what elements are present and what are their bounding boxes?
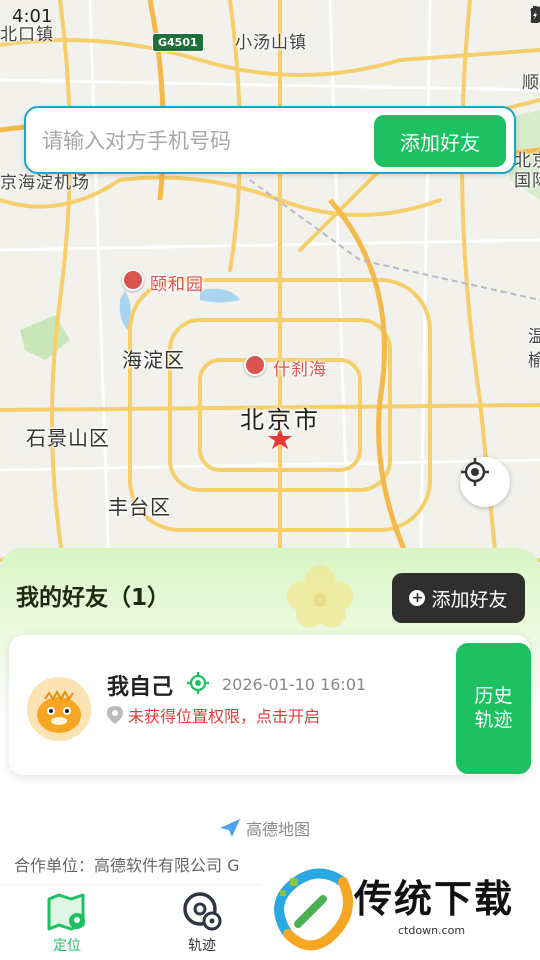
district-label: 石景山区 [26,426,110,450]
landmark-icon[interactable] [122,269,144,291]
history-track-button[interactable]: 历史 轨迹 [456,643,531,774]
crosshair-icon [461,458,489,486]
bird-avatar-icon [27,677,91,741]
amap-arrow-icon [220,819,240,837]
district-label: 丰台区 [108,495,171,519]
friend-name: 我自己 [107,675,174,700]
map-label: 顺 [522,73,540,93]
map-label: 国际 [514,171,540,191]
map-label: 榆 [528,351,540,371]
map-roads [0,0,540,600]
poi-label: 什刹海 [273,360,327,380]
friends-title: 我的好友（1） [16,585,171,611]
history-label-line2: 轨迹 [474,708,513,731]
landmark-icon[interactable] [244,354,266,376]
permission-warning-link[interactable]: 未获得位置权限，点击开启 [128,703,320,727]
track-pin-icon [183,892,222,931]
phone-number-input[interactable] [42,122,362,160]
nav-label: 定位 [53,938,81,954]
add-friend-button-secondary[interactable]: + 添加好友 [392,573,525,623]
map-label: 温 [528,327,540,347]
add-friend-label: 添加好友 [431,588,508,611]
battery-icon [531,6,539,23]
district-label: 海淀区 [122,348,185,372]
pin-icon [107,706,123,724]
watermark-logo-icon [274,868,353,951]
highway-sign: G4501 [152,33,204,52]
partner-text: 合作单位：高德软件有限公司 G [14,856,240,875]
location-target-icon [187,672,209,694]
search-bar: 添加好友 [24,106,516,174]
add-friend-button[interactable]: 添加好友 [374,115,506,167]
poi-label: 颐和园 [150,275,204,295]
history-label-line1: 历史 [474,684,513,707]
last-update-time: 2026-01-10 16:01 [222,675,367,694]
locate-me-button[interactable] [460,457,510,507]
status-time: 4:01 [12,6,53,27]
watermark-text: 传统下载 [354,877,515,921]
friend-card[interactable]: 我自己 2026-01-10 16:01 未获得位置权限，点击开启 历史 轨迹 [9,635,531,775]
map-view[interactable]: G4501 北口镇 小汤山镇 顺 京海淀机场 北京 国际 温 榆 颐和园 海淀区… [0,0,540,600]
map-marker-icon [47,893,85,931]
map-label: 小汤山镇 [235,33,307,53]
city-label: 北京市 [240,406,321,434]
nav-item-track[interactable]: 轨迹 [162,891,242,955]
amap-logo-text: 高德地图 [246,820,311,839]
watermark: 传统下载 ctdown.com [262,858,540,960]
watermark-url: ctdown.com [398,924,466,937]
avatar [27,677,91,741]
plus-icon: + [409,590,426,606]
nav-label: 轨迹 [188,938,216,954]
amap-logo: 高德地图 [218,816,310,840]
nav-item-locate[interactable]: 定位 [27,891,107,955]
